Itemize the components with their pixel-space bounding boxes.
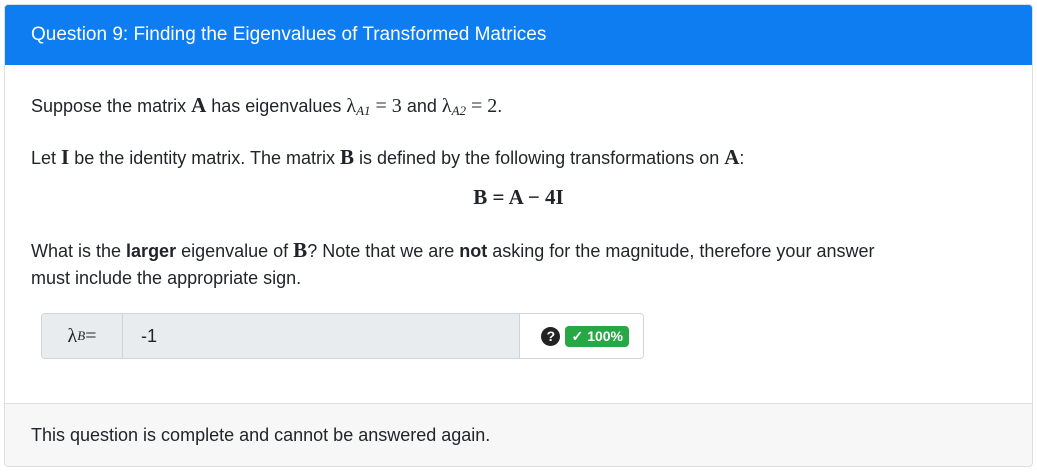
question-title: Question 9: Finding the Eigenvalues of T… (5, 5, 1032, 65)
question-body: Suppose the matrix A has eigenvalues λA1… (5, 65, 1032, 405)
answer-input[interactable]: -1 (123, 314, 519, 358)
matrix-i: I (61, 145, 70, 169)
matrix-a: A (191, 93, 207, 117)
matrix-b: B (340, 145, 355, 169)
question-prompt-line2: must include the appropriate sign. (31, 268, 302, 288)
score-value: 100% (587, 328, 623, 344)
question-line-eigenvalues: Suppose the matrix A has eigenvalues λA1… (31, 93, 502, 119)
check-icon: ✓ (571, 327, 584, 344)
text: and (401, 96, 442, 116)
answer-status: ? ✓ 100% (519, 314, 643, 358)
lambda-a2: λA2 = 2 (441, 95, 498, 118)
text: has eigenvalues (206, 96, 347, 116)
text: . (497, 96, 503, 116)
matrix-a: A (724, 145, 740, 169)
help-icon[interactable]: ? (541, 326, 561, 346)
text: Suppose the matrix (31, 96, 192, 116)
question-card: Question 9: Finding the Eigenvalues of T… (4, 4, 1033, 467)
transformation-equation: B = A − 4I (473, 185, 564, 209)
answer-label: λB = (42, 314, 123, 358)
answer-input-group: λB = -1 ? ✓ 100% (41, 313, 644, 359)
question-prompt-line1: What is the larger eigenvalue of B? Note… (31, 238, 875, 262)
score-badge: ✓ 100% (565, 325, 629, 347)
question-line-definition: Let I be the identity matrix. The matrix… (31, 145, 745, 169)
lambda-a1: λA1 = 3 (346, 95, 402, 118)
question-footer: This question is complete and cannot be … (5, 403, 1032, 466)
matrix-b: B (293, 238, 308, 262)
